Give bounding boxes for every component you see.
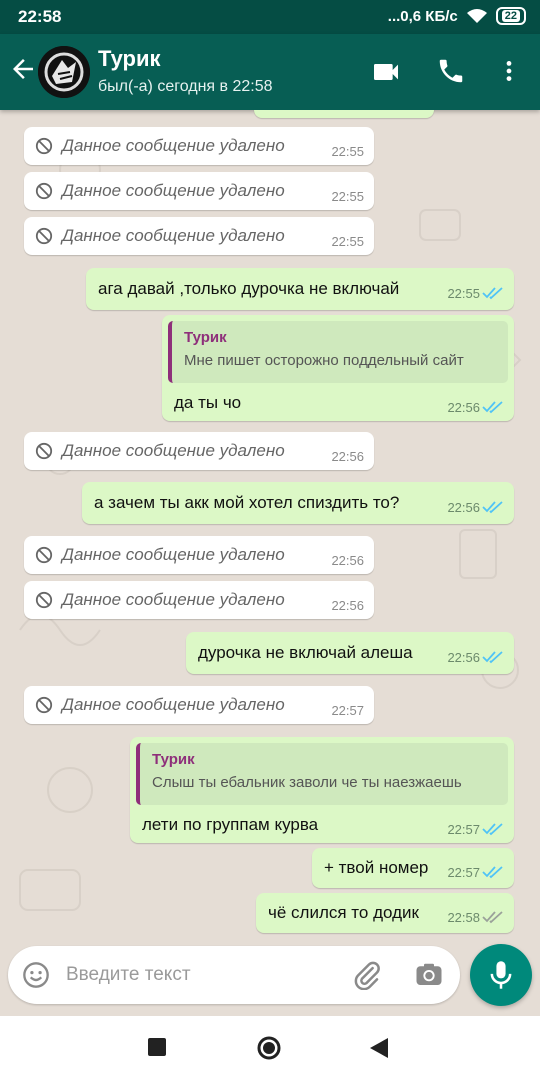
deleted-message[interactable]: Данное сообщение удалено 22:56 — [24, 581, 374, 619]
read-ticks-icon — [482, 651, 503, 664]
message-input-bar[interactable]: Введите текст — [8, 946, 460, 1004]
quote-author: Турик — [184, 329, 227, 346]
message-text: а зачем ты акк мой хотел спиздить то? — [94, 493, 400, 512]
outgoing-message[interactable]: + твой номер 22:57 — [312, 848, 514, 888]
battery-icon: 22 — [495, 7, 526, 25]
message-input[interactable]: Введите текст — [66, 964, 191, 986]
quoted-message[interactable]: Турик Слыш ты ебальник заволи че ты наез… — [136, 743, 508, 805]
outgoing-reply-message[interactable]: Турик Мне пишет осторожно поддельный сай… — [162, 315, 514, 421]
video-call-icon[interactable] — [370, 56, 402, 88]
deleted-icon — [35, 182, 53, 200]
message-time: 22:56 — [331, 449, 364, 464]
status-bar: 22:58 ...0,6 КБ/с 22 — [0, 0, 540, 34]
message-time: 22:56 — [447, 500, 480, 515]
avatar[interactable] — [38, 46, 90, 98]
deleted-text: Данное сообщение удалено — [62, 545, 285, 564]
read-ticks-icon — [482, 401, 503, 414]
deleted-text: Данное сообщение удалено — [62, 136, 285, 155]
deleted-icon — [35, 137, 53, 155]
read-ticks-icon — [482, 501, 503, 514]
recents-icon[interactable] — [148, 1038, 166, 1056]
message-time: 22:56 — [447, 650, 480, 665]
microphone-button[interactable] — [470, 944, 532, 1006]
message-time: 22:57 — [447, 822, 480, 837]
deleted-text: Данное сообщение удалено — [62, 441, 285, 460]
message-time: 22:56 — [447, 400, 480, 415]
message-list[interactable]: Данное сообщение удалено 22:55 Данное со… — [0, 110, 540, 942]
avatar-image — [38, 46, 90, 98]
message-time: 22:55 — [447, 286, 480, 301]
deleted-message[interactable]: Данное сообщение удалено 22:55 — [24, 217, 374, 255]
message-bubble-partial[interactable] — [254, 110, 434, 118]
quote-text: Мне пишет осторожно поддельный сайт — [184, 352, 464, 369]
read-ticks-icon — [482, 823, 503, 836]
quoted-message[interactable]: Турик Мне пишет осторожно поддельный сай… — [168, 321, 508, 383]
deleted-text: Данное сообщение удалено — [62, 590, 285, 609]
outgoing-message[interactable]: дурочка не включай алеша 22:56 — [186, 632, 514, 674]
deleted-icon — [35, 442, 53, 460]
phone-icon[interactable] — [436, 56, 466, 86]
deleted-message[interactable]: Данное сообщение удалено 22:56 — [24, 432, 374, 470]
status-time: 22:58 — [18, 7, 62, 26]
home-icon[interactable] — [257, 1036, 281, 1060]
delivered-ticks-icon — [482, 911, 503, 924]
read-ticks-icon — [482, 287, 503, 300]
last-seen-status: был(-а) сегодня в 22:58 — [98, 78, 273, 95]
more-vert-icon[interactable] — [496, 56, 522, 86]
message-time: 22:56 — [331, 553, 364, 568]
deleted-message[interactable]: Данное сообщение удалено 22:55 — [24, 172, 374, 210]
message-time: 22:55 — [331, 189, 364, 204]
outgoing-message[interactable]: а зачем ты акк мой хотел спиздить то? 22… — [82, 482, 514, 524]
contact-name[interactable]: Турик — [98, 46, 161, 72]
battery-level: 22 — [501, 10, 520, 22]
deleted-message[interactable]: Данное сообщение удалено 22:55 — [24, 127, 374, 165]
message-time: 22:57 — [447, 865, 480, 880]
message-time: 22:57 — [331, 703, 364, 718]
message-text: да ты чо — [174, 393, 242, 412]
deleted-icon — [35, 227, 53, 245]
emoji-icon[interactable] — [22, 961, 50, 989]
microphone-icon — [490, 961, 512, 989]
quote-text: Слыш ты ебальник заволи че ты наезжаешь — [152, 774, 462, 791]
wifi-icon — [466, 9, 487, 23]
message-time: 22:58 — [447, 910, 480, 925]
read-ticks-icon — [482, 866, 503, 879]
message-text: чё слился то додик — [268, 903, 419, 922]
message-time: 22:55 — [331, 234, 364, 249]
message-text: ага давай ,только дурочка не включай — [98, 279, 400, 298]
outgoing-message[interactable]: чё слился то додик 22:58 — [256, 893, 514, 933]
deleted-icon — [35, 696, 53, 714]
message-text: лети по группам курва — [142, 815, 319, 834]
chat-header: Турик был(-а) сегодня в 22:58 — [0, 34, 540, 110]
back-nav-icon[interactable] — [370, 1038, 388, 1058]
message-time: 22:55 — [331, 144, 364, 159]
deleted-message[interactable]: Данное сообщение удалено 22:57 — [24, 686, 374, 724]
quote-author: Турик — [152, 751, 195, 768]
status-right: ...0,6 КБ/с 22 — [388, 7, 526, 25]
message-time: 22:56 — [331, 598, 364, 613]
deleted-text: Данное сообщение удалено — [62, 695, 285, 714]
network-speed: ...0,6 КБ/с — [387, 7, 458, 25]
deleted-text: Данное сообщение удалено — [62, 226, 285, 245]
message-text: дурочка не включай алеша — [198, 643, 413, 662]
deleted-icon — [35, 591, 53, 609]
message-text: + твой номер — [324, 858, 429, 877]
deleted-icon — [35, 546, 53, 564]
paperclip-icon[interactable] — [352, 960, 382, 990]
outgoing-reply-message[interactable]: Турик Слыш ты ебальник заволи че ты наез… — [130, 737, 514, 843]
deleted-message[interactable]: Данное сообщение удалено 22:56 — [24, 536, 374, 574]
arrow-left-icon[interactable] — [8, 54, 38, 84]
system-nav-bar — [0, 1016, 540, 1080]
camera-icon[interactable] — [414, 960, 444, 990]
outgoing-message[interactable]: ага давай ,только дурочка не включай 22:… — [86, 268, 514, 310]
deleted-text: Данное сообщение удалено — [62, 181, 285, 200]
